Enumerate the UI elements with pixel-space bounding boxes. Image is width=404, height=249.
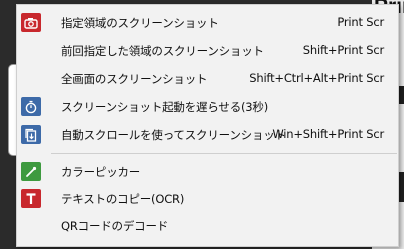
menu-item-shortcut: Win+Shift+Print Scr [272,127,384,141]
camera-icon [21,13,41,32]
menu-item-label: QRコードのデコード [61,219,169,233]
menu-item-qr-decode[interactable]: QRコードのデコード [17,212,398,239]
menu-item-shortcut: Shift+Ctrl+Alt+Print Scr [249,71,384,85]
menu-item-label: 前回指定した領域のスクリーンショット [61,44,264,58]
menu-item-region-screenshot[interactable]: 指定領域のスクリーンショット Print Scr [17,9,398,36]
menu-separator [51,153,397,154]
menu-item-label: テキストのコピー(OCR) [61,192,185,206]
timer-icon [21,97,41,116]
menu-item-fullscreen-screenshot[interactable]: 全画面のスクリーンショット Shift+Ctrl+Alt+Print Scr [17,65,398,92]
menu-item-delay-screenshot[interactable]: スクリーンショット起動を遅らせる(3秒) [17,93,398,120]
menu-item-label: 自動スクロールを使ってスクリーンショット [61,128,286,142]
menu-item-shortcut: Shift+Print Scr [302,43,384,57]
text-t-icon [21,189,41,208]
menu-item-ocr-copy[interactable]: テキストのコピー(OCR) [17,185,398,212]
menu-item-label: スクリーンショット起動を遅らせる(3秒) [61,100,268,114]
menu-item-label: カラーピッカー [61,165,141,179]
menu-item-last-region-screenshot[interactable]: 前回指定した領域のスクリーンショット Shift+Print Scr [17,37,398,64]
menu-item-label: 全画面のスクリーンショット [61,72,208,86]
scroll-capture-icon [21,125,41,144]
menu-item-shortcut: Print Scr [337,15,384,29]
menu-item-label: 指定領域のスクリーンショット [61,16,219,30]
eyedropper-icon [21,162,41,181]
menu-item-color-picker[interactable]: カラーピッカー [17,158,398,185]
context-menu: 指定領域のスクリーンショット Print Scr 前回指定した領域のスクリーンシ… [16,4,399,247]
menu-item-scroll-screenshot[interactable]: 自動スクロールを使ってスクリーンショット Win+Shift+Print Scr [17,121,398,148]
